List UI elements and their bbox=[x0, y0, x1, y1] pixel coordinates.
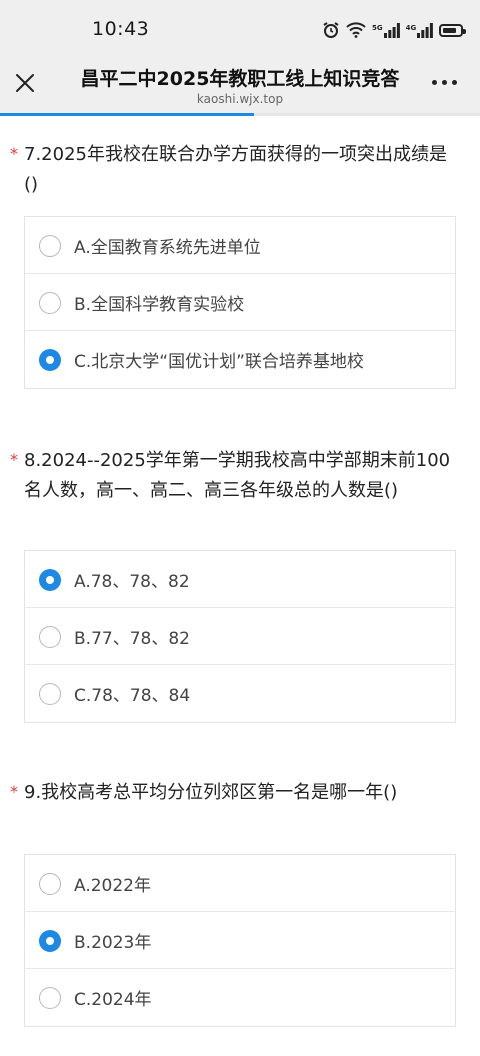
option-q8-a[interactable]: A.78、78、82 bbox=[25, 551, 455, 608]
option-q7-b[interactable]: B.全国科学教育实验校 bbox=[25, 274, 455, 331]
required-star: * bbox=[10, 450, 18, 469]
status-bar: 10:43 5G 4G bbox=[0, 0, 480, 52]
option-label: C.2024年 bbox=[74, 990, 152, 1010]
signal-5g-icon: 5G bbox=[372, 22, 400, 38]
option-q9-b[interactable]: B.2023年 bbox=[25, 912, 455, 969]
option-label: B.77、78、82 bbox=[74, 629, 190, 649]
option-label: A.78、78、82 bbox=[74, 572, 190, 592]
radio-button[interactable] bbox=[39, 292, 61, 314]
option-q7-c[interactable]: C.北京大学“国优计划”联合培养基地校 bbox=[25, 331, 455, 388]
radio-button[interactable] bbox=[39, 349, 61, 371]
nav-bar: 昌平二中2025年教职工线上知识竞答 kaoshi.wjx.top bbox=[0, 52, 480, 114]
option-q8-b[interactable]: B.77、78、82 bbox=[25, 608, 455, 665]
option-list: A.78、78、82 B.77、78、82 C.78、78、84 bbox=[24, 550, 456, 723]
question-title: 8.2024--2025学年第一学期我校高中学部期末前100名人数，高一、高二、… bbox=[24, 450, 451, 501]
option-q7-a[interactable]: A.全国教育系统先进单位 bbox=[25, 217, 455, 274]
radio-button[interactable] bbox=[39, 930, 61, 952]
option-label: B.2023年 bbox=[74, 933, 152, 953]
option-q8-c[interactable]: C.78、78、84 bbox=[25, 665, 455, 722]
radio-button[interactable] bbox=[39, 683, 61, 705]
question-title: 9.我校高考总平均分位列郊区第一名是哪一年() bbox=[24, 782, 398, 803]
more-button[interactable] bbox=[432, 80, 462, 88]
more-icon bbox=[432, 80, 457, 88]
wifi-icon bbox=[346, 22, 366, 38]
radio-button[interactable] bbox=[39, 569, 61, 591]
option-q9-c[interactable]: C.2024年 bbox=[25, 969, 455, 1026]
radio-button[interactable] bbox=[39, 987, 61, 1009]
option-label: A.全国教育系统先进单位 bbox=[74, 238, 261, 258]
required-star: * bbox=[10, 144, 18, 163]
loading-progress-bar bbox=[0, 113, 480, 116]
status-time: 10:43 bbox=[92, 18, 150, 40]
option-label: C.北京大学“国优计划”联合培养基地校 bbox=[74, 352, 364, 372]
radio-button[interactable] bbox=[39, 235, 61, 257]
option-label: C.78、78、84 bbox=[74, 686, 191, 706]
radio-button[interactable] bbox=[39, 626, 61, 648]
radio-button[interactable] bbox=[39, 873, 61, 895]
battery-icon bbox=[439, 23, 467, 37]
option-list: A.全国教育系统先进单位 B.全国科学教育实验校 C.北京大学“国优计划”联合培… bbox=[24, 216, 456, 389]
signal-4g-icon: 4G bbox=[406, 22, 434, 38]
loading-progress-fill bbox=[0, 113, 255, 116]
page-url: kaoshi.wjx.top bbox=[196, 92, 284, 106]
option-q9-a[interactable]: A.2022年 bbox=[25, 855, 455, 912]
alarm-icon bbox=[322, 21, 340, 39]
question-title: 7.2025年我校在联合办学方面获得的一项突出成绩是() bbox=[24, 144, 447, 195]
page-title: 昌平二中2025年教职工线上知识竞答 bbox=[80, 68, 400, 90]
option-list: A.2022年 B.2023年 C.2024年 bbox=[24, 854, 456, 1027]
option-label: A.2022年 bbox=[74, 876, 151, 896]
option-label: B.全国科学教育实验校 bbox=[74, 295, 245, 315]
status-icons: 5G 4G bbox=[322, 18, 469, 42]
required-star: * bbox=[10, 782, 18, 801]
